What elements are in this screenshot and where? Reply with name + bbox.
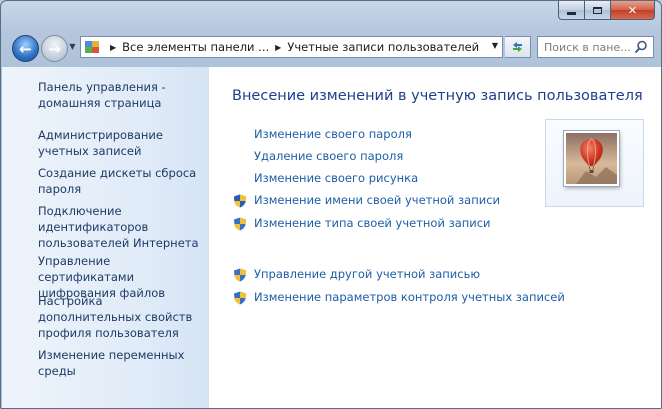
maximize-button[interactable] [585, 1, 611, 20]
task-change-account-type[interactable]: Изменение типа своей учетной записи [254, 216, 491, 230]
refresh-button[interactable] [505, 36, 531, 58]
chevron-down-icon: ▼ [69, 42, 76, 51]
page-title: Внесение изменений в учетную запись поль… [232, 88, 643, 104]
maximize-icon [593, 6, 602, 14]
address-bar[interactable]: ▶ Все элементы панели ... ▶ Учетные запи… [80, 36, 503, 58]
breadcrumb-user-accounts[interactable]: Учетные записи пользователей [287, 40, 479, 54]
caption-buttons: ✕ [558, 1, 655, 21]
task-change-account-name[interactable]: Изменение имени своей учетной записи [254, 193, 500, 207]
control-panel-icon [84, 39, 100, 55]
search-box[interactable]: Поиск в пане... [537, 36, 654, 58]
hot-air-balloon-icon [566, 133, 617, 184]
uac-shield-icon [234, 194, 246, 208]
minimize-button[interactable] [558, 1, 585, 20]
breadcrumb-all-items[interactable]: Все элементы панели ... [122, 40, 269, 54]
forward-button[interactable]: → [41, 35, 68, 62]
user-picture-frame [545, 119, 644, 207]
sidebar-item-link-online-ids[interactable]: Подключение идентификаторов пользователе… [38, 203, 206, 251]
sidebar-item-control-panel-home[interactable]: Панель управления - домашняя страница [38, 79, 206, 111]
task-remove-password[interactable]: Удаление своего пароля [254, 149, 403, 163]
uac-shield-icon [234, 291, 246, 305]
task-manage-another-account[interactable]: Управление другой учетной записью [254, 267, 480, 281]
close-icon: ✕ [627, 3, 638, 17]
task-change-picture[interactable]: Изменение своего рисунка [254, 171, 418, 185]
address-dropdown-icon[interactable]: ▼ [492, 41, 498, 50]
sidebar-item-advanced-profile[interactable]: Настройка дополнительных свойств профиля… [38, 293, 206, 341]
refresh-icon [513, 42, 522, 52]
uac-shield-icon [234, 268, 246, 282]
arrow-left-icon: ← [19, 39, 32, 58]
task-uac-settings[interactable]: Изменение параметров контроля учетных за… [254, 290, 565, 304]
breadcrumb-separator-icon: ▶ [110, 42, 117, 52]
back-button[interactable]: ← [12, 35, 39, 62]
breadcrumb-separator-icon: ▶ [275, 42, 282, 52]
sidebar-item-environment-variables[interactable]: Изменение переменных среды [38, 347, 206, 379]
user-picture[interactable] [564, 131, 619, 186]
recent-pages-button[interactable]: ▼ [68, 41, 77, 53]
close-button[interactable]: ✕ [611, 1, 655, 20]
main-content: Внесение изменений в учетную запись поль… [209, 67, 661, 408]
search-icon[interactable] [634, 40, 648, 54]
search-input[interactable]: Поиск в пане... [544, 41, 631, 54]
minimize-icon [567, 11, 576, 15]
uac-shield-icon [234, 217, 246, 231]
sidebar-item-manage-accounts[interactable]: Администрирование учетных записей [38, 127, 206, 159]
task-pane: Панель управления - домашняя страница Ад… [2, 67, 209, 408]
task-change-password[interactable]: Изменение своего пароля [254, 127, 412, 141]
sidebar-item-reset-disk[interactable]: Создание дискеты сброса пароля [38, 165, 206, 197]
arrow-right-icon: → [48, 39, 61, 58]
control-panel-window: ✕ ← → ▼ ▶ Все элементы панели ... ▶ Учет… [0, 0, 662, 409]
